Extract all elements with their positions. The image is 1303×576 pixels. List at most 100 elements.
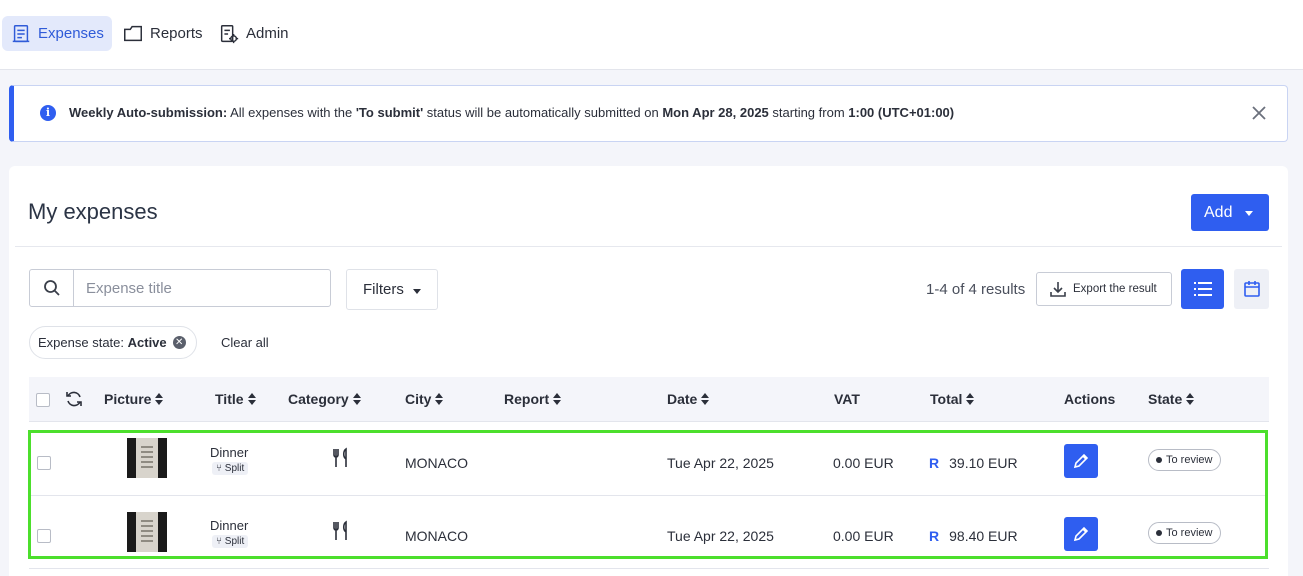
row-total: R 39.10 EUR — [929, 455, 1018, 471]
page-title: My expenses — [28, 199, 158, 224]
expenses-card: My expenses Add Filters 1-4 of 4 results… — [9, 166, 1288, 576]
split-badge: ⑂ Split — [212, 535, 249, 548]
filters-button[interactable]: Filters — [346, 269, 438, 310]
chip-text: Expense state: Active — [38, 335, 167, 350]
folder-icon — [124, 25, 142, 41]
export-button[interactable]: Export the result — [1036, 272, 1172, 306]
fork-knife-icon — [331, 447, 351, 472]
add-button[interactable]: Add — [1191, 194, 1269, 231]
column-title-label: Title — [215, 391, 244, 407]
divider — [15, 246, 1282, 247]
column-state[interactable]: State — [1148, 391, 1195, 407]
column-category-label: Category — [288, 391, 349, 407]
clear-all-link[interactable]: Clear all — [221, 335, 269, 350]
chevron-down-icon — [1245, 211, 1253, 216]
status-dot — [1156, 530, 1162, 536]
column-picture-label: Picture — [104, 391, 152, 407]
sort-icon — [247, 393, 256, 405]
reimbursable-badge: R — [929, 455, 940, 471]
status-dot — [1156, 457, 1162, 463]
column-vat-label: VAT — [834, 391, 860, 407]
sort-icon — [435, 393, 444, 405]
tab-admin-label: Admin — [246, 25, 289, 42]
search-input[interactable] — [74, 270, 330, 306]
highlighted-rows: Dinner ⑂ Split MONACO Tue Apr 22, 2025 0… — [28, 430, 1268, 559]
info-icon: i — [40, 105, 56, 121]
receipt-thumbnail[interactable] — [127, 438, 167, 478]
column-total-label: Total — [930, 391, 963, 407]
edit-button[interactable] — [1064, 517, 1098, 551]
tab-expenses-label: Expenses — [38, 25, 104, 42]
split-label: Split — [224, 463, 245, 474]
column-category[interactable]: Category — [288, 391, 361, 407]
column-actions-label: Actions — [1064, 391, 1116, 407]
status-badge: To review — [1148, 449, 1222, 471]
column-picture[interactable]: Picture — [104, 391, 164, 407]
tab-expenses[interactable]: Expenses — [2, 16, 112, 51]
column-city[interactable]: City — [405, 391, 444, 407]
row-vat: 0.00 EUR — [833, 455, 894, 471]
search-icon[interactable] — [30, 270, 74, 306]
calendar-icon — [1243, 281, 1260, 297]
table-row[interactable]: Dinner ⑂ Split MONACO Tue Apr 22, 2025 0… — [31, 433, 1265, 495]
sort-icon — [701, 393, 710, 405]
column-city-label: City — [405, 391, 432, 407]
edit-button[interactable] — [1064, 444, 1098, 478]
column-state-label: State — [1148, 391, 1183, 407]
select-all-checkbox[interactable] — [36, 393, 50, 407]
sort-icon — [155, 393, 164, 405]
list-view-button[interactable] — [1181, 269, 1224, 309]
banner-time: 1:00 (UTC+01:00) — [848, 105, 955, 120]
column-actions: Actions — [1064, 391, 1115, 407]
split-icon: ⑂ — [216, 463, 222, 474]
column-total[interactable]: Total — [930, 391, 975, 407]
calendar-view-button[interactable] — [1234, 269, 1269, 309]
remove-chip-icon[interactable]: ✕ — [172, 336, 186, 349]
column-report-label: Report — [504, 391, 550, 407]
row-title: Dinner — [210, 445, 249, 460]
sort-icon — [1186, 393, 1195, 405]
banner-text-1: All expenses with the — [227, 105, 356, 120]
results-count: 1-4 of 4 results — [926, 281, 1026, 298]
table-header: Picture Title Category City Report Date … — [29, 377, 1269, 422]
search-box — [29, 269, 331, 307]
close-icon[interactable] — [1249, 103, 1269, 123]
reimbursable-badge: R — [929, 528, 940, 544]
receipt-icon — [12, 24, 30, 42]
row-date: Tue Apr 22, 2025 — [667, 455, 774, 471]
row-total: R 98.40 EUR — [929, 528, 1018, 544]
pencil-icon — [1073, 526, 1089, 542]
filter-chip-expense-state[interactable]: Expense state: Active ✕ — [29, 326, 197, 359]
column-report[interactable]: Report — [504, 391, 562, 407]
table-row[interactable]: Dinner ⑂ Split MONACO Tue Apr 22, 2025 0… — [31, 495, 1265, 557]
pencil-icon — [1073, 453, 1089, 469]
tab-reports[interactable]: Reports — [114, 16, 211, 51]
split-icon: ⑂ — [216, 536, 222, 547]
tab-admin[interactable]: Admin — [210, 16, 297, 51]
chip-label: Expense state: — [38, 335, 128, 350]
sort-icon — [553, 393, 562, 405]
column-date[interactable]: Date — [667, 391, 710, 407]
split-label: Split — [224, 536, 245, 547]
admin-settings-icon — [220, 24, 239, 43]
refresh-icon[interactable] — [64, 389, 84, 409]
add-button-label: Add — [1204, 203, 1233, 221]
sort-icon — [966, 393, 975, 405]
row-city: MONACO — [405, 455, 468, 471]
row-total-value: 39.10 EUR — [949, 455, 1018, 471]
status-label: To review — [1166, 454, 1213, 466]
banner-date: Mon Apr 28, 2025 — [662, 105, 769, 120]
download-icon — [1050, 282, 1066, 297]
row-checkbox[interactable] — [37, 456, 51, 470]
receipt-thumbnail[interactable] — [127, 512, 167, 552]
banner-text-2: status will be automatically submitted o… — [423, 105, 663, 120]
banner-lead: Weekly Auto-submission: — [69, 105, 228, 120]
column-vat: VAT — [834, 391, 860, 407]
row-checkbox[interactable] — [37, 529, 51, 543]
export-label: Export the result — [1073, 283, 1157, 295]
status-label: To review — [1166, 527, 1213, 539]
top-navigation: Expenses Reports Admin — [0, 0, 1303, 70]
banner-message: Weekly Auto-submission: All expenses wit… — [69, 105, 954, 120]
column-title[interactable]: Title — [215, 391, 256, 407]
fork-knife-icon — [331, 520, 351, 545]
